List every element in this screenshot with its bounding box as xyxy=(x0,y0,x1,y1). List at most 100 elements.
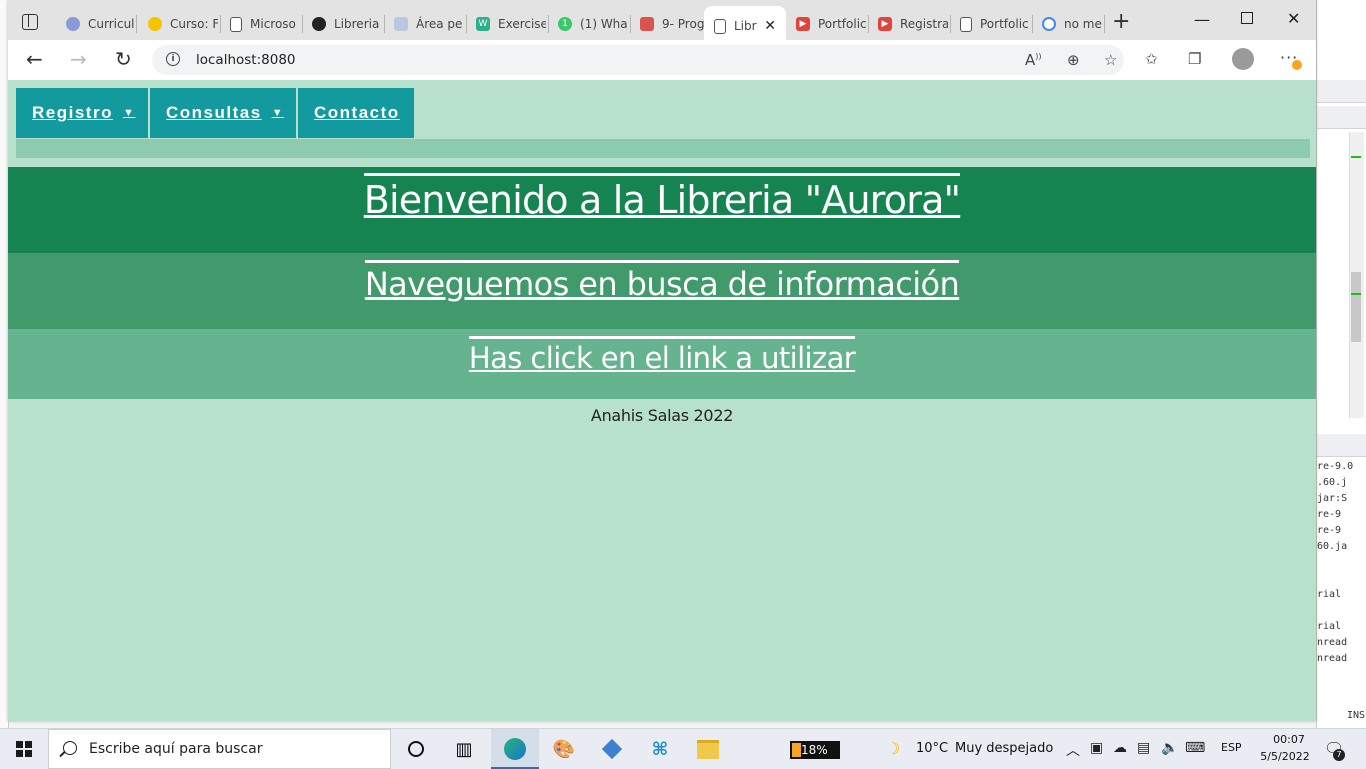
nav-contacto[interactable]: Contacto xyxy=(298,88,416,138)
task-view-icon[interactable]: ▥ xyxy=(452,737,476,761)
file-explorer-icon[interactable] xyxy=(696,737,720,761)
profile-avatar[interactable] xyxy=(1232,48,1254,70)
ide-output-header[interactable] xyxy=(1317,434,1366,457)
tab-label: Microso xyxy=(250,17,296,31)
tab-label: Portfolic xyxy=(818,17,866,31)
welcome-heading[interactable]: Bienvenido a la Libreria "Aurora" xyxy=(363,173,961,222)
tab-label: (1) What xyxy=(580,17,628,31)
nav-consultas-label: Consultas xyxy=(166,103,262,122)
tab-label: Portfolic xyxy=(980,17,1029,31)
tab-curriculum[interactable]: Curricul xyxy=(56,8,136,40)
dropdown-caret-icon: ▼ xyxy=(122,107,136,119)
site-icon xyxy=(394,17,408,31)
tab-whatsapp[interactable]: 1 (1) What xyxy=(548,8,628,40)
ide-output-line: rial xyxy=(1317,589,1342,600)
tab-pdf[interactable]: 9- Progr xyxy=(630,8,710,40)
weather-temperature[interactable]: 10°C xyxy=(916,741,948,756)
google-icon xyxy=(1042,17,1056,31)
nav-registro-label: Registro xyxy=(32,103,113,122)
taskbar-search[interactable]: Escribe aquí para buscar xyxy=(48,729,391,769)
ide-panel-header[interactable] xyxy=(1317,80,1366,103)
subtitle-heading[interactable]: Naveguemos en busca de información xyxy=(364,260,960,303)
ide-output-line: re-9.0 xyxy=(1317,461,1354,472)
pdf-icon xyxy=(640,17,654,31)
tab-registra[interactable]: ▶ Registra xyxy=(868,8,948,40)
zoom-icon[interactable]: ⊕ xyxy=(1067,51,1080,69)
tab-label: 9- Progr xyxy=(662,17,710,31)
ide-output-line: rial xyxy=(1317,621,1342,632)
ide-toolbar[interactable] xyxy=(1317,106,1366,129)
volume-icon[interactable]: 🔈 xyxy=(1161,740,1178,756)
cortana-icon[interactable] xyxy=(404,737,428,761)
battery-indicator[interactable]: 18% xyxy=(790,741,840,759)
tab-github[interactable]: Libreria xyxy=(302,8,382,40)
windows-start-icon[interactable] xyxy=(16,741,32,757)
back-arrow-icon[interactable]: ← xyxy=(26,48,43,70)
course-icon xyxy=(148,17,162,31)
page-icon xyxy=(960,16,972,32)
virtualbox-icon[interactable] xyxy=(600,737,624,761)
tab-microsoft[interactable]: Microso xyxy=(220,8,300,40)
ide-change-marker xyxy=(1351,293,1361,295)
page-icon xyxy=(714,18,726,34)
read-aloud-icon[interactable]: A)) xyxy=(1025,51,1042,69)
dropdown-caret-icon: ▼ xyxy=(271,107,285,119)
ide-output-line: 60.ja xyxy=(1317,541,1348,552)
add-favorite-icon[interactable]: ☆ xyxy=(1104,51,1117,69)
maximize-icon[interactable] xyxy=(1241,12,1253,24)
tab-course[interactable]: Curso: F xyxy=(138,8,218,40)
tab-label: no me f xyxy=(1064,17,1104,31)
nav-consultas[interactable]: Consultas ▼ xyxy=(150,88,298,138)
forward-arrow-icon[interactable]: → xyxy=(70,48,87,70)
new-tab-button[interactable]: + xyxy=(1112,11,1130,33)
ide-output-line: re-9 xyxy=(1317,525,1342,536)
weather-description[interactable]: Muy despejado xyxy=(955,741,1053,756)
tab-portfolio[interactable]: ▶ Portfolic xyxy=(786,8,866,40)
ide-output-line: nread xyxy=(1317,637,1348,648)
favorites-icon[interactable]: ✩ xyxy=(1145,50,1158,68)
paint-icon[interactable]: 🎨 xyxy=(552,737,576,761)
youtube-icon: ▶ xyxy=(796,17,810,31)
battery-fill xyxy=(792,743,801,757)
vscode-icon[interactable]: ⌘ xyxy=(648,737,672,761)
footer-credit: Anahis Salas 2022 xyxy=(590,406,734,425)
tab-google[interactable]: no me f xyxy=(1032,8,1104,40)
close-window-icon[interactable]: ✕ xyxy=(1287,9,1300,28)
moon-weather-icon[interactable]: ☽ xyxy=(886,739,900,758)
tab-label: Libr xyxy=(734,19,757,33)
whatsapp-icon: 1 xyxy=(558,17,572,31)
refresh-icon[interactable]: ↻ xyxy=(115,48,132,70)
keyboard-icon[interactable]: ⌨ xyxy=(1185,740,1205,756)
close-tab-icon[interactable]: ✕ xyxy=(764,18,776,34)
address-bar: ← → ↻ i localhost:8080 A)) ⊕ ☆ ✩ ❐ ··· xyxy=(8,40,1316,81)
onedrive-icon[interactable]: ☁ xyxy=(1113,740,1127,756)
search-icon xyxy=(63,741,77,755)
tab-label: Curricul xyxy=(88,17,135,31)
tab-area[interactable]: Área pe xyxy=(384,8,464,40)
w-icon: W xyxy=(476,17,490,31)
meet-now-icon[interactable]: ▣ xyxy=(1090,740,1103,756)
site-info-icon[interactable]: i xyxy=(166,52,180,66)
nav-registro[interactable]: Registro ▼ xyxy=(16,88,150,138)
tab-portfolio-2[interactable]: Portfolic xyxy=(950,8,1030,40)
ide-change-marker xyxy=(1351,156,1361,158)
clock-time[interactable]: 00:07 xyxy=(1264,733,1314,746)
ide-scroll-thumb[interactable] xyxy=(1351,272,1361,342)
instruction-banner: Has click en el link a utilizar xyxy=(8,329,1316,399)
youtube-icon: ▶ xyxy=(878,17,892,31)
clock-date[interactable]: 5/5/2022 xyxy=(1256,750,1314,763)
tab-actions-icon[interactable] xyxy=(22,14,38,30)
url-text[interactable]: localhost:8080 xyxy=(196,52,296,68)
tab-label: Registra xyxy=(900,17,948,31)
network-icon[interactable]: ▤ xyxy=(1137,740,1150,756)
tab-exercise[interactable]: W Exercise xyxy=(466,8,546,40)
chevron-up-icon[interactable]: ︿ xyxy=(1066,740,1080,760)
notification-count: 7 xyxy=(1333,749,1345,761)
minimize-icon[interactable]: — xyxy=(1194,10,1210,29)
collections-icon[interactable]: ❐ xyxy=(1188,50,1201,68)
instruction-heading[interactable]: Has click en el link a utilizar xyxy=(468,336,856,375)
url-field[interactable]: i localhost:8080 A)) ⊕ ☆ xyxy=(152,45,1124,75)
tab-label: Curso: F xyxy=(170,17,218,31)
edge-icon[interactable] xyxy=(503,737,527,761)
input-language[interactable]: ESP xyxy=(1221,741,1242,754)
